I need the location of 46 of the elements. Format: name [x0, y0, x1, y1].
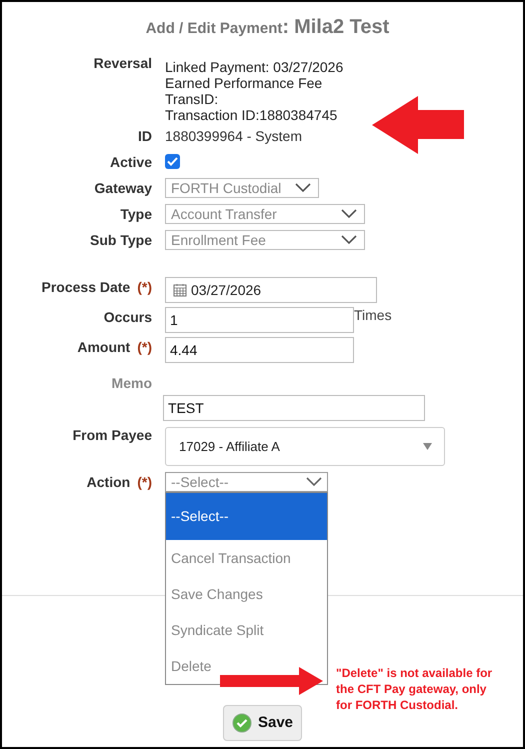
chevron-down-icon: [341, 235, 357, 245]
field-label: Gateway: [94, 179, 152, 198]
reversal-detail: Transaction ID:1880384745: [165, 107, 338, 123]
chevron-down-icon: [341, 209, 357, 219]
chevron-down-icon: [295, 183, 311, 193]
dropdown-option[interactable]: --Select--: [166, 493, 327, 540]
check-icon: [167, 157, 178, 166]
id-value: 1880399964 - System: [165, 127, 302, 146]
calendar-icon: [173, 283, 187, 297]
times-suffix: Times: [354, 306, 392, 325]
dropdown-triangle-icon: [423, 443, 432, 450]
reversal-detail: Linked Payment: 03/27/2026: [165, 59, 344, 75]
field-label: Reversal: [94, 55, 152, 71]
page-title: Add / Edit Payment: [146, 19, 282, 39]
action-select[interactable]: --Select--: [165, 472, 328, 492]
dropdown-option[interactable]: Save Changes: [171, 584, 263, 604]
dropdown-option[interactable]: Cancel Transaction: [171, 548, 291, 568]
field-label: Active: [110, 153, 152, 172]
field-label: Occurs: [104, 308, 152, 327]
payee-select[interactable]: 17029 - Affiliate A: [165, 427, 445, 466]
date-field[interactable]: 03/27/2026: [165, 277, 377, 303]
annotation-note: "Delete" is not available for the CFT Pay gateway, only for FORTH Custodial.: [336, 665, 494, 713]
field-label: Type: [120, 205, 152, 224]
required-mark: (*): [137, 278, 152, 297]
field-label: ID: [138, 127, 152, 146]
chevron-down-icon: [306, 477, 322, 487]
reversal-detail: Earned Performance Fee: [165, 75, 324, 91]
text-input[interactable]: 1: [165, 307, 354, 333]
field-label: Sub Type: [90, 231, 152, 250]
required-mark: (*): [137, 338, 152, 357]
title-separator: :: [282, 15, 290, 40]
field-label: Action: [86, 473, 130, 492]
text-input[interactable]: 4.44: [165, 337, 354, 363]
save-button[interactable]: Save: [223, 705, 302, 741]
field-label: Process Date: [42, 278, 130, 297]
reversal-detail: TransID:: [165, 91, 220, 107]
active-checkbox[interactable]: [165, 154, 180, 169]
check-circle-icon: [232, 713, 252, 733]
field-label: Memo: [112, 374, 152, 393]
field-label: Amount: [77, 338, 130, 357]
required-mark: (*): [137, 473, 152, 492]
field-label: From Payee: [72, 426, 152, 445]
client-name: Mila2 Test: [294, 15, 390, 40]
dropdown-option[interactable]: Delete: [171, 656, 212, 676]
memo-input[interactable]: TEST: [163, 395, 425, 421]
dropdown-option[interactable]: Syndicate Split: [171, 620, 264, 640]
